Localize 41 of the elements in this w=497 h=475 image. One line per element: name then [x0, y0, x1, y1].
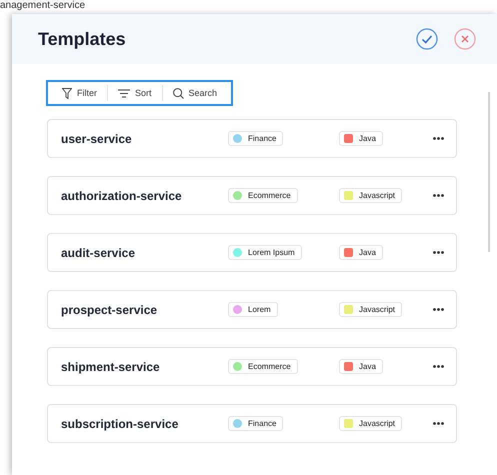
template-card[interactable]: prospect-service Lorem Javascript: [47, 290, 457, 329]
filter-button[interactable]: Filter: [52, 85, 107, 101]
template-name: authorization-service: [61, 188, 183, 202]
language-tag: Javascript: [339, 302, 402, 317]
template-name: shipment-service: [61, 360, 161, 374]
template-card[interactable]: subscription-service Finance Javascript: [47, 404, 457, 443]
template-name: audit-service: [61, 246, 136, 260]
filter-icon: [62, 88, 72, 98]
scrollbar[interactable]: [488, 92, 490, 252]
background-label: anagement-service: [0, 0, 86, 11]
template-card[interactable]: shipment-service Ecommerce Java: [47, 347, 457, 386]
template-card[interactable]: authorization-service Ecommerce Javascript: [47, 176, 457, 215]
category-tag: Ecommerce: [228, 188, 298, 203]
language-tag: Javascript: [339, 416, 402, 431]
language-tag: Java: [339, 359, 383, 374]
more-icon[interactable]: [433, 137, 444, 140]
confirm-icon[interactable]: [416, 28, 438, 50]
more-icon[interactable]: [433, 308, 444, 311]
more-icon[interactable]: [433, 422, 444, 425]
category-tag: Lorem Ipsum: [228, 245, 302, 260]
dialog-title: Templates: [38, 28, 126, 50]
close-icon[interactable]: [454, 28, 476, 50]
language-tag: Java: [339, 131, 383, 146]
more-icon[interactable]: [433, 194, 444, 197]
search-button[interactable]: Search: [162, 85, 228, 101]
template-card[interactable]: audit-service Lorem Ipsum Java: [47, 233, 457, 272]
template-card[interactable]: user-service Finance Java: [47, 119, 457, 158]
category-tag: Lorem: [228, 302, 278, 317]
template-name: subscription-service: [61, 416, 180, 430]
search-icon: [172, 88, 184, 98]
category-tag: Finance: [228, 416, 284, 431]
sort-icon: [118, 88, 130, 98]
template-name: user-service: [61, 132, 133, 146]
more-icon[interactable]: [433, 251, 444, 254]
category-tag: Ecommerce: [228, 359, 298, 374]
template-name: prospect-service: [61, 302, 158, 316]
language-tag: Java: [339, 245, 383, 260]
more-icon[interactable]: [433, 365, 444, 368]
sort-button[interactable]: Sort: [107, 85, 162, 101]
language-tag: Javascript: [339, 188, 402, 203]
category-tag: Finance: [228, 131, 284, 146]
